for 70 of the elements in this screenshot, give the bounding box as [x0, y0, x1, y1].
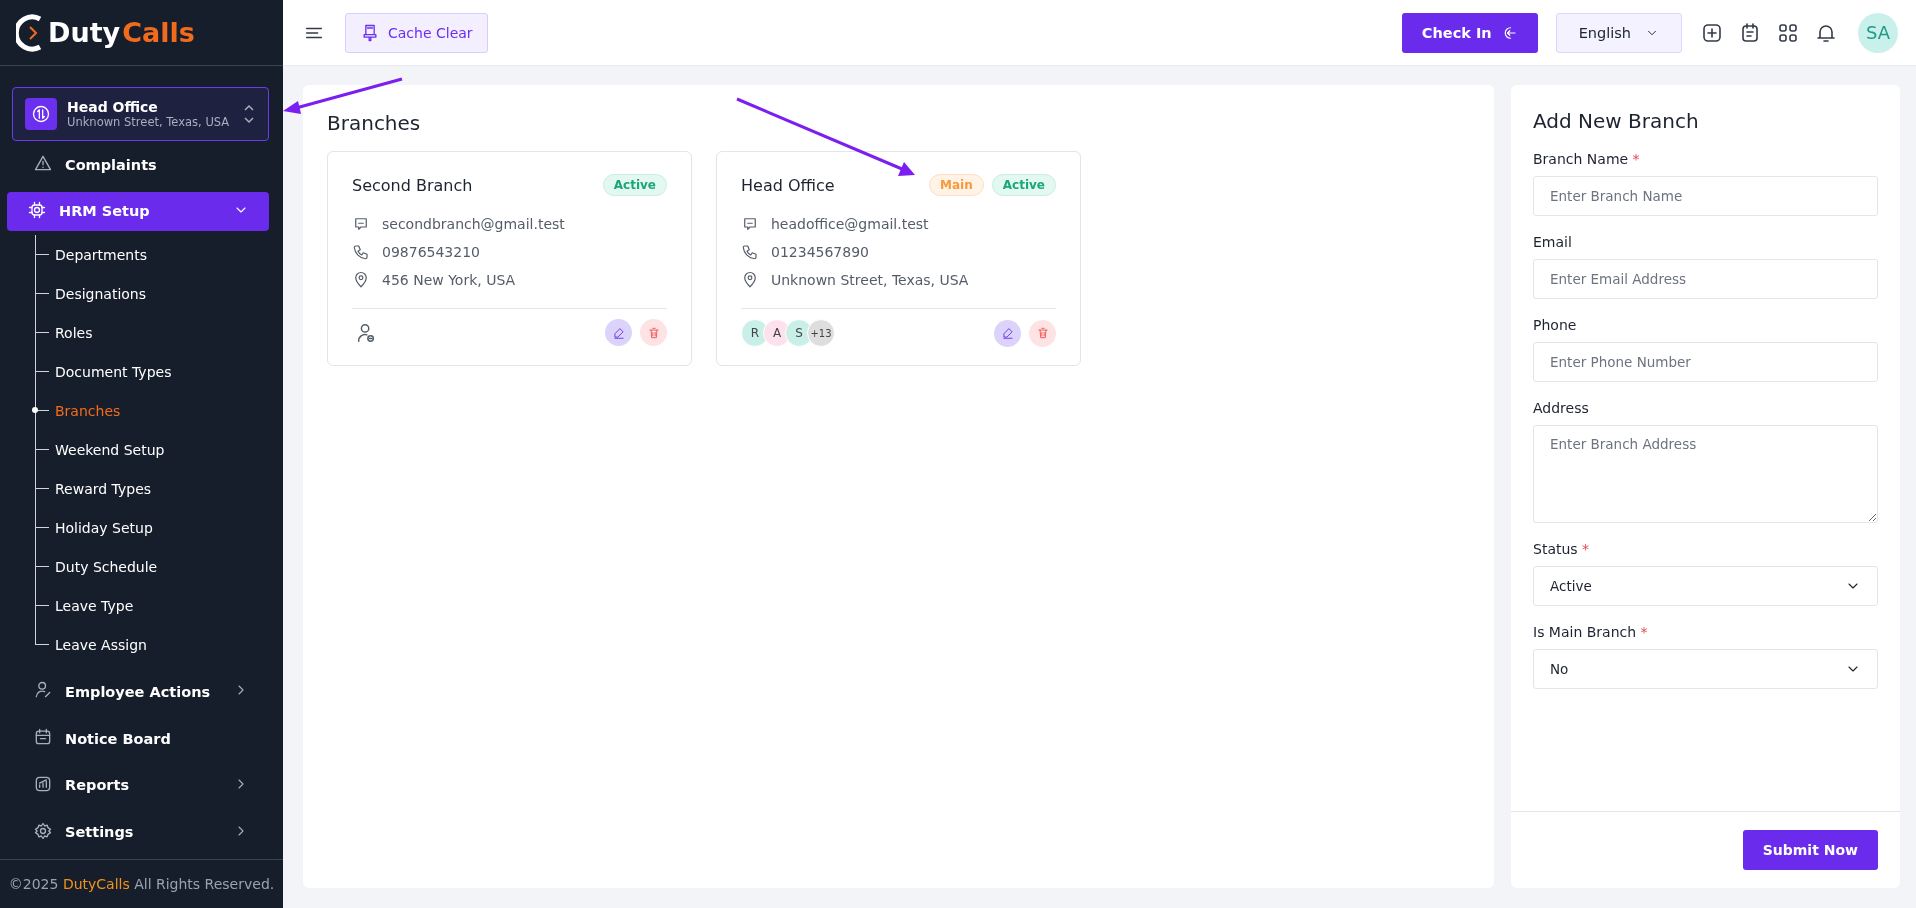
- branch-phone: 09876543210: [382, 244, 480, 260]
- submenu-item[interactable]: Branches: [55, 402, 121, 419]
- branch-name: Second Branch: [352, 175, 474, 195]
- email-icon: [352, 215, 370, 233]
- trash-icon: [1035, 326, 1050, 340]
- submit-button[interactable]: Submit Now: [1742, 830, 1878, 870]
- branch-name: Head Office: [741, 175, 836, 195]
- submenu-item[interactable]: Weekend Setup: [55, 441, 165, 458]
- field-label: Branch Name *: [1533, 151, 1641, 167]
- address-textarea[interactable]: Enter Branch Address: [1533, 425, 1878, 523]
- select-dropdown[interactable]: Active: [1533, 566, 1878, 606]
- field-label: Is Main Branch *: [1533, 624, 1649, 640]
- submenu-item[interactable]: Leave Type: [55, 597, 134, 614]
- branch-address: Unknown Street, Texas, USA: [771, 272, 969, 288]
- more-count: +13: [807, 319, 835, 347]
- edit-button[interactable]: [605, 319, 632, 346]
- delete-button[interactable]: [1029, 319, 1056, 347]
- branch-name: Head Office: [67, 99, 159, 115]
- field-label: Address: [1533, 400, 1590, 416]
- email-icon: [741, 215, 759, 233]
- edit-icon: [611, 325, 626, 340]
- check-in-button[interactable]: Check In: [1401, 12, 1538, 53]
- branch-email: secondbranch@gmail.test: [382, 216, 565, 232]
- branch-address: Unknown Street, Texas, USA: [67, 115, 231, 129]
- text-input[interactable]: Enter Email Address: [1533, 259, 1878, 299]
- main-badge: Main: [929, 174, 984, 196]
- submenu-item[interactable]: Reward Types: [55, 480, 152, 497]
- menu-item[interactable]: Complaints: [7, 145, 269, 185]
- submenu-item[interactable]: Designations: [55, 285, 147, 302]
- delete-button[interactable]: [640, 319, 667, 346]
- branch-phone: 01234567890: [771, 244, 869, 260]
- gear-icon: [33, 820, 53, 841]
- branch-selector[interactable]: Head Office Unknown Street, Texas, USA: [12, 87, 269, 141]
- location-pin-icon: [352, 271, 370, 289]
- select-dropdown[interactable]: No: [1533, 649, 1878, 689]
- location-pin-icon: [741, 271, 759, 289]
- field-label: Phone: [1533, 317, 1578, 333]
- edit-button[interactable]: [994, 319, 1021, 347]
- trash-icon: [646, 325, 661, 340]
- submenu-item[interactable]: Departments: [55, 246, 147, 263]
- language-dropdown[interactable]: English: [1555, 12, 1682, 53]
- form-title: Add New Branch: [1533, 109, 1700, 133]
- text-input[interactable]: Enter Phone Number: [1533, 342, 1878, 382]
- branch-email: headoffice@gmail.test: [771, 216, 929, 232]
- menu-item[interactable]: Employee Actions: [7, 672, 269, 712]
- menu-item[interactable]: HRM Setup: [7, 191, 269, 232]
- phone-icon: [741, 243, 759, 261]
- submenu-item[interactable]: Duty Schedule: [55, 558, 158, 575]
- active-badge: Active: [602, 174, 667, 196]
- page-title: Branches: [327, 111, 422, 135]
- submenu-item[interactable]: Roles: [55, 324, 93, 341]
- edit-icon: [1000, 326, 1015, 340]
- cache-clear-button[interactable]: Cache Clear: [345, 12, 488, 53]
- submenu-item[interactable]: Leave Assign: [55, 636, 147, 653]
- menu-item[interactable]: Notice Board: [7, 718, 269, 759]
- menu-item[interactable]: Reports: [7, 765, 269, 806]
- active-dot: [32, 407, 38, 414]
- swap-icon: [31, 104, 51, 124]
- branch-address: 456 New York, USA: [382, 272, 516, 288]
- submenu-item[interactable]: Document Types: [55, 363, 172, 380]
- menu-item[interactable]: Settings: [7, 812, 269, 852]
- active-badge: Active: [991, 174, 1056, 196]
- field-label: Email: [1533, 234, 1573, 250]
- text-input[interactable]: Enter Branch Name: [1533, 176, 1878, 216]
- chip-icon: [27, 199, 47, 220]
- field-label: Status *: [1533, 541, 1591, 557]
- app-logo: DutyCalls: [16, 12, 195, 53]
- submenu-item[interactable]: Holiday Setup: [55, 519, 153, 536]
- copyright-text: ©2025 DutyCalls All Rights Reserved.: [0, 859, 283, 908]
- phone-icon: [352, 243, 370, 261]
